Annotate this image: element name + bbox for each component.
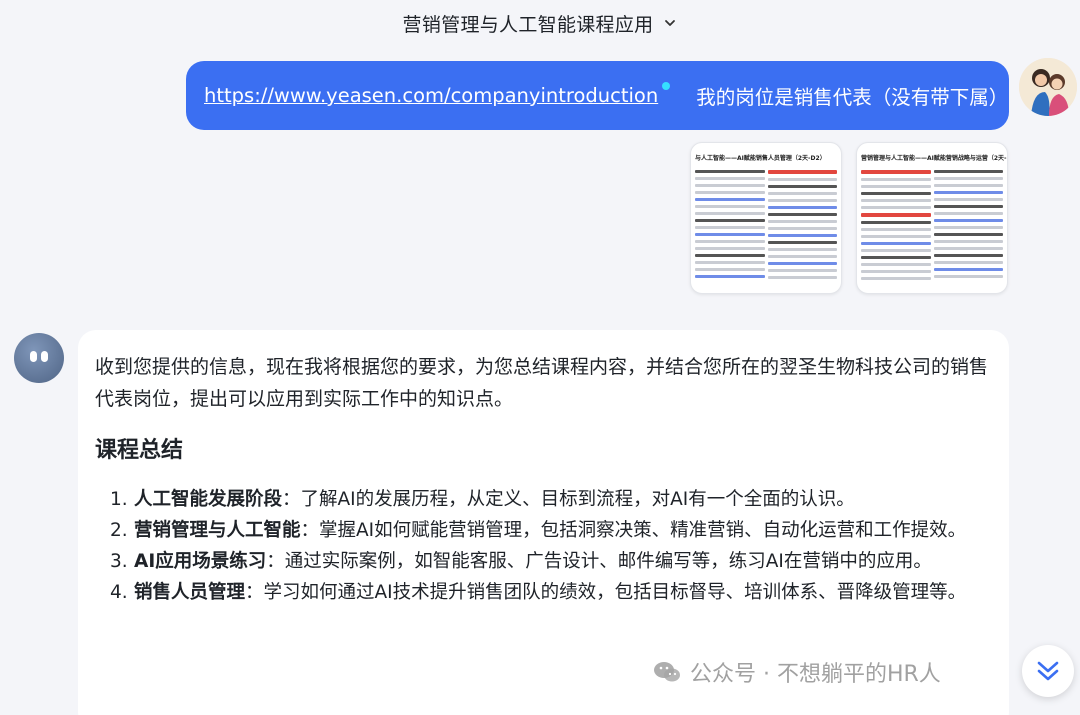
list-item: 3. AI应用场景练习：通过实际案例，如智能客服、广告设计、邮件编写等，练习AI… xyxy=(110,551,932,572)
course-summary-list: 1. 人工智能发展阶段：了解AI的发展历程，从定义、目标到流程，对AI有一个全面… xyxy=(110,484,990,608)
assistant-intro-text: 收到您提供的信息，现在我将根据您的要求，为您总结课程内容，并结合您所在的翌圣生物… xyxy=(95,356,989,410)
assistant-avatar xyxy=(14,333,64,383)
attachment-caption: 与人工智能——AI赋能销售人员管理（2天-D2） xyxy=(695,155,826,162)
user-avatar[interactable] xyxy=(1019,58,1077,116)
scroll-to-bottom-button[interactable] xyxy=(1022,645,1074,697)
section-heading: 课程总结 xyxy=(95,438,184,463)
list-item: 4. 销售人员管理：学习如何通过AI技术提升销售团队的绩效，包括目标督导、培训体… xyxy=(110,582,967,603)
conversation-title[interactable]: 营销管理与人工智能课程应用 xyxy=(403,10,654,37)
list-item: 2. 营销管理与人工智能：掌握AI如何赋能营销管理，包括洞察决策、精准营销、自动… xyxy=(110,520,967,541)
attachment-caption: 营销管理与人工智能——AI赋能营销战略与运营（2天-D1） xyxy=(861,155,1007,162)
avatar-eye xyxy=(41,351,48,362)
chevron-down-icon[interactable] xyxy=(663,16,677,30)
double-chevron-down-icon xyxy=(1037,661,1059,681)
attachment-thumbnail[interactable]: 营销管理与人工智能——AI赋能营销战略与运营（2天-D1） xyxy=(856,142,1008,294)
watermark-text: 公众号 · 不想躺平的HR人 xyxy=(690,662,941,687)
link-indicator-dot xyxy=(662,81,671,90)
list-item: 1. 人工智能发展阶段：了解AI的发展历程，从定义、目标到流程，对AI有一个全面… xyxy=(110,489,855,510)
user-message-text: 我的岗位是销售代表（没有带下属） xyxy=(696,86,1009,109)
wechat-icon xyxy=(654,662,680,682)
user-message-bubble: https://www.yeasen.com/companyintroducti… xyxy=(186,61,1009,130)
conversation-header: 营销管理与人工智能课程应用 xyxy=(0,0,1080,46)
avatar-eye xyxy=(30,351,37,362)
attachment-thumbnail[interactable]: 与人工智能——AI赋能销售人员管理（2天-D2） xyxy=(690,142,842,294)
watermark: 公众号 · 不想躺平的HR人 xyxy=(652,654,941,690)
company-link[interactable]: https://www.yeasen.com/companyintroducti… xyxy=(204,84,658,107)
